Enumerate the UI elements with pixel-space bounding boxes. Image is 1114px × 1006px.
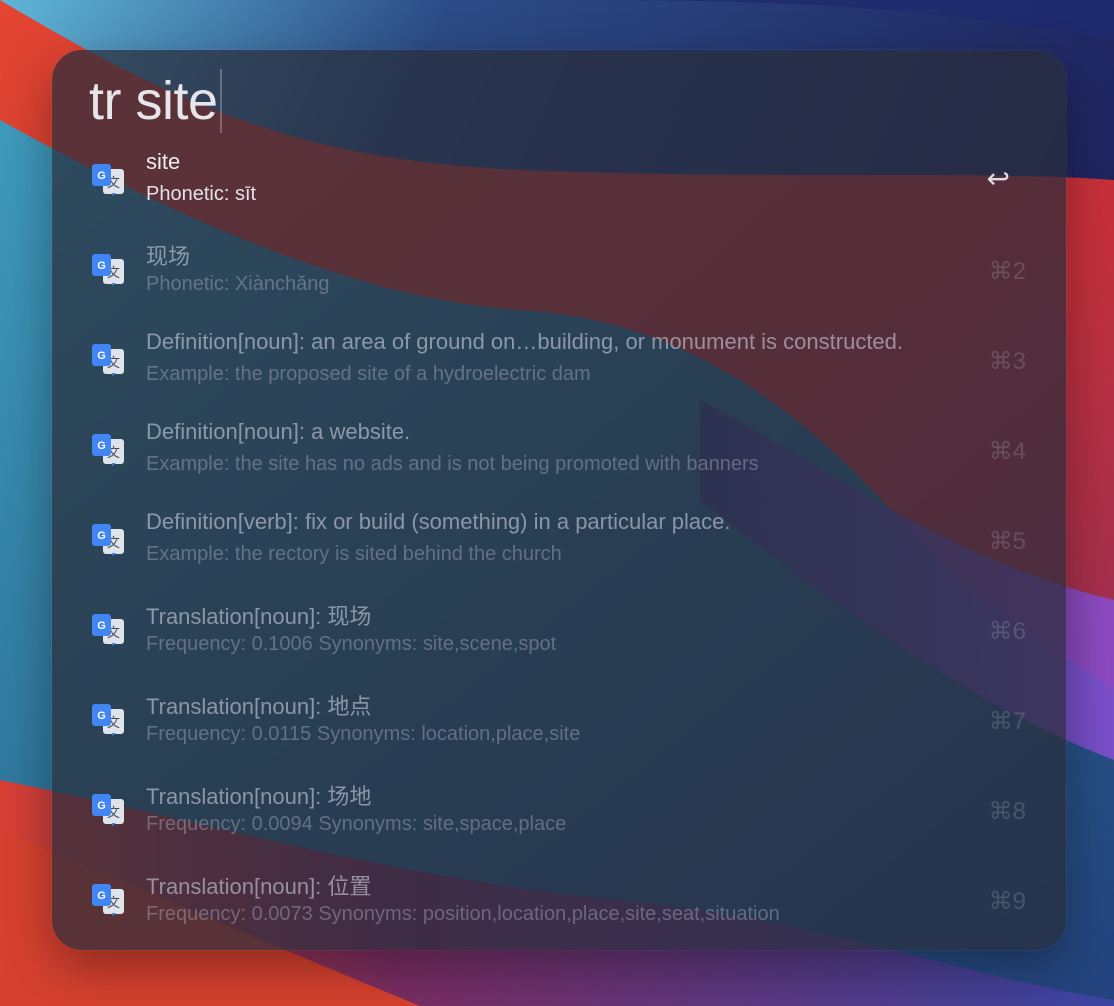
launcher-panel: tr site 文 G site Phonetic: sīt ↩ 文 G 现场 … <box>52 50 1066 950</box>
svg-text:G: G <box>97 530 106 542</box>
result-subtitle: Example: the site has no ads and is not … <box>146 453 759 475</box>
result-row[interactable]: 文 G Translation[noun]: 位置 Frequency: 0.0… <box>52 855 1066 945</box>
result-row[interactable]: 文 G Translation[noun]: 场地 Frequency: 0.0… <box>52 765 1066 855</box>
google-translate-icon: 文 G <box>92 164 124 196</box>
return-key-icon: ↩ <box>986 163 1010 194</box>
result-title: Definition[noun]: an area of ground on…b… <box>146 329 904 354</box>
google-translate-icon: 文 G <box>92 794 124 826</box>
result-title: Definition[verb]: fix or build (somethin… <box>146 509 731 534</box>
result-row[interactable]: 文 G Definition[noun]: an area of ground … <box>52 315 1066 405</box>
desktop: tr site 文 G site Phonetic: sīt ↩ 文 G 现场 … <box>0 0 1114 1006</box>
result-subtitle: Frequency: 0.0115 Synonyms: location,pla… <box>146 723 581 745</box>
result-title: Translation[noun]: 现场 <box>146 604 372 629</box>
result-row[interactable]: 文 G Translation[noun]: 现场 Frequency: 0.1… <box>52 585 1066 675</box>
google-translate-icon: 文 G <box>92 524 124 556</box>
result-subtitle: Example: the proposed site of a hydroele… <box>146 363 591 385</box>
google-translate-icon: 文 G <box>92 704 124 736</box>
result-subtitle: Example: the rectory is sited behind the… <box>146 543 562 565</box>
query-bar[interactable]: tr site <box>89 66 222 136</box>
svg-text:G: G <box>97 890 106 902</box>
result-subtitle: Phonetic: Xiànchǎng <box>146 273 330 295</box>
query-input[interactable]: tr site <box>89 70 218 132</box>
result-title: site <box>146 149 181 174</box>
result-subtitle: Frequency: 0.0094 Synonyms: site,space,p… <box>146 813 567 835</box>
result-title: 现场 <box>146 244 191 269</box>
result-row[interactable]: 文 G site Phonetic: sīt ↩ <box>52 135 1066 225</box>
google-translate-icon: 文 G <box>92 614 124 646</box>
result-subtitle: Frequency: 0.0073 Synonyms: position,loc… <box>146 903 780 925</box>
svg-text:G: G <box>97 260 106 272</box>
google-translate-icon: 文 G <box>92 344 124 376</box>
shortcut-hint: ⌘6 <box>988 618 1026 645</box>
svg-text:G: G <box>97 800 106 812</box>
result-row[interactable]: 文 G 现场 Phonetic: Xiànchǎng ⌘2 <box>52 225 1066 315</box>
result-row[interactable]: 文 G Translation[noun]: 地点 Frequency: 0.0… <box>52 675 1066 765</box>
shortcut-hint: ⌘3 <box>988 348 1026 375</box>
svg-text:G: G <box>97 710 106 722</box>
shortcut-hint: ⌘5 <box>988 528 1026 555</box>
google-translate-icon: 文 G <box>92 434 124 466</box>
result-row[interactable]: 文 G Definition[verb]: fix or build (some… <box>52 495 1066 585</box>
shortcut-hint: ⌘2 <box>988 258 1026 285</box>
result-title: Translation[noun]: 地点 <box>146 694 372 719</box>
google-translate-icon: 文 G <box>92 254 124 286</box>
svg-text:G: G <box>97 350 106 362</box>
result-subtitle: Phonetic: sīt <box>146 183 257 205</box>
svg-text:G: G <box>97 170 106 182</box>
result-title: Definition[noun]: a website. <box>146 419 411 444</box>
result-row[interactable]: 文 G Definition[noun]: a website. Example… <box>52 405 1066 495</box>
svg-text:G: G <box>97 440 106 452</box>
shortcut-hint: ⌘8 <box>988 798 1026 825</box>
google-translate-icon: 文 G <box>92 884 124 916</box>
shortcut-hint: ⌘9 <box>988 888 1026 915</box>
result-title: Translation[noun]: 场地 <box>146 784 372 809</box>
svg-text:G: G <box>97 620 106 632</box>
text-caret <box>219 69 222 133</box>
shortcut-hint: ⌘4 <box>988 438 1026 465</box>
shortcut-hint: ⌘7 <box>988 708 1026 735</box>
results-list: 文 G site Phonetic: sīt ↩ 文 G 现场 Phonetic… <box>52 135 1066 945</box>
result-subtitle: Frequency: 0.1006 Synonyms: site,scene,s… <box>146 633 557 655</box>
result-title: Translation[noun]: 位置 <box>146 874 372 899</box>
